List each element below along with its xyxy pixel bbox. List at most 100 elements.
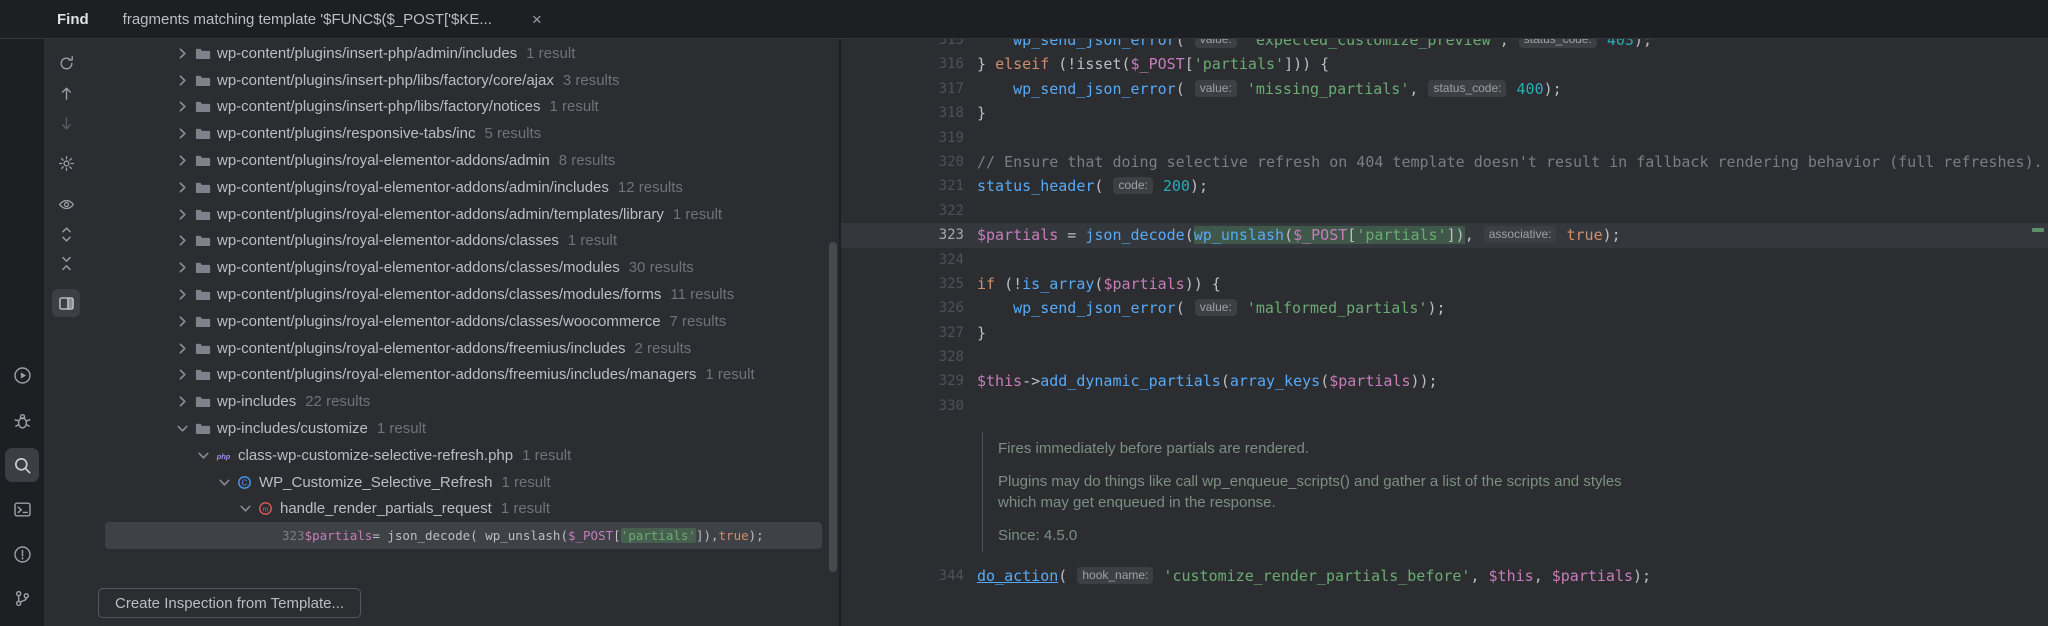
open-preview-panel-button[interactable] — [52, 289, 80, 317]
editor-line-329[interactable]: 329$this->add_dynamic_partials(array_key… — [841, 369, 2048, 393]
code-segment: json_decode — [1085, 226, 1184, 244]
editor-line-328[interactable]: 328 — [841, 345, 2048, 369]
code-segment — [977, 299, 1013, 317]
tree-row-folder[interactable]: wp-content/plugins/insert-php/libs/facto… — [105, 94, 822, 121]
refresh-button[interactable] — [52, 49, 80, 77]
chevron-down-icon[interactable] — [195, 447, 212, 464]
debug-tool-button[interactable] — [5, 403, 39, 437]
tree-row-folder[interactable]: wp-content/plugins/royal-elementor-addon… — [105, 147, 822, 174]
code-segment: )) { — [1185, 275, 1221, 293]
tree-row-folder[interactable]: wp-content/plugins/royal-elementor-addon… — [105, 362, 822, 389]
editor-line-321[interactable]: 321status_header( code: 200); — [841, 174, 2048, 198]
code-segment: $_POST — [1293, 226, 1347, 244]
editor-line-317[interactable]: 317 wp_send_json_error( value: 'missing_… — [841, 77, 2048, 101]
tree-row-folder[interactable]: wp-content/plugins/royal-elementor-addon… — [105, 254, 822, 281]
code-segment: ( — [1094, 177, 1112, 195]
scrollbar-match-marker[interactable] — [2032, 228, 2044, 232]
folder-icon — [194, 125, 211, 142]
chevron-right-icon[interactable] — [174, 393, 191, 410]
code-segment: 'malformed_partials' — [1247, 299, 1428, 317]
editor-line-326[interactable]: 326 wp_send_json_error( value: 'malforme… — [841, 296, 2048, 320]
chevron-right-icon[interactable] — [174, 98, 191, 115]
editor-line-324[interactable]: 324 — [841, 248, 2048, 272]
match-text-segment: 323 — [282, 528, 305, 543]
chevron-right-icon[interactable] — [174, 179, 191, 196]
editor-line-318[interactable]: 318} — [841, 101, 2048, 125]
chevron-down-icon[interactable] — [237, 500, 254, 517]
tree-row-folder[interactable]: wp-content/plugins/royal-elementor-addon… — [105, 228, 822, 255]
navigate-down-button[interactable] — [52, 109, 80, 137]
editor-line-322[interactable]: 322 — [841, 199, 2048, 223]
editor-line-344[interactable]: 344do_action( hook_name: 'customize_rend… — [841, 564, 2048, 588]
chevron-right-icon[interactable] — [174, 232, 191, 249]
chevron-right-icon[interactable] — [174, 313, 191, 330]
expand-all-button[interactable] — [52, 220, 80, 248]
tree-row-folder[interactable]: wp-content/plugins/insert-php/admin/incl… — [105, 40, 822, 67]
editor-line-325[interactable]: 325if (!is_array($partials)) { — [841, 272, 2048, 296]
match-text-segment: $partials — [305, 528, 373, 543]
tree-row-class[interactable]: CWP_Customize_Selective_Refresh1 result — [105, 469, 822, 496]
tree-scrollbar[interactable] — [829, 242, 837, 572]
version-control-tool-button[interactable] — [5, 581, 39, 615]
terminal-tool-button[interactable] — [5, 492, 39, 526]
panel-divider[interactable] — [839, 0, 841, 626]
folder-icon — [194, 72, 211, 89]
search-match-row[interactable]: 323 $partials = json_decode( wp_unslash(… — [105, 522, 822, 549]
settings-gear-button[interactable] — [52, 149, 80, 177]
close-tab-icon[interactable]: × — [532, 11, 542, 28]
chevron-right-icon[interactable] — [174, 125, 191, 142]
chevron-down-icon[interactable] — [174, 420, 191, 437]
create-inspection-button[interactable]: Create Inspection from Template... — [98, 588, 361, 618]
line-number: 325 — [841, 272, 964, 296]
preview-eye-button[interactable] — [52, 190, 80, 218]
chevron-right-icon[interactable] — [174, 45, 191, 62]
tree-row-folder[interactable]: wp-includes/customize1 result — [105, 415, 822, 442]
tree-item-label: wp-content/plugins/insert-php/libs/facto… — [217, 98, 541, 115]
tree-row-method[interactable]: mhandle_render_partials_request1 result — [105, 496, 822, 523]
search-results-tab[interactable]: fragments matching template '$FUNC$($_PO… — [123, 11, 492, 28]
navigate-down-icon — [58, 115, 75, 132]
tree-row-folder[interactable]: wp-content/plugins/responsive-tabs/inc5 … — [105, 120, 822, 147]
problems-tool-button[interactable] — [5, 537, 39, 571]
editor-line-330[interactable]: 330 — [841, 394, 2048, 418]
search-tool-button[interactable] — [5, 448, 39, 482]
tree-row-folder[interactable]: wp-content/plugins/insert-php/libs/facto… — [105, 67, 822, 94]
chevron-right-icon[interactable] — [174, 340, 191, 357]
chevron-down-icon[interactable] — [216, 474, 233, 491]
editor-line-316[interactable]: 316} elseif (!isset($_POST['partials']))… — [841, 52, 2048, 76]
editor-line-320[interactable]: 320// Ensure that doing selective refres… — [841, 150, 2048, 174]
code-segment: ] — [1447, 226, 1456, 244]
editor-line-323[interactable]: 323$partials = json_decode(wp_unslash($_… — [841, 223, 2048, 247]
code-segment — [1238, 299, 1247, 317]
editor-line-319[interactable]: 319 — [841, 126, 2048, 150]
tree-row-folder[interactable]: wp-content/plugins/royal-elementor-addon… — [105, 174, 822, 201]
line-number: 322 — [841, 199, 964, 223]
navigate-up-button[interactable] — [52, 79, 80, 107]
doc-line: Since: 4.5.0 — [998, 525, 1962, 546]
tree-row-folder[interactable]: wp-content/plugins/royal-elementor-addon… — [105, 201, 822, 228]
tree-item-label: wp-content/plugins/royal-elementor-addon… — [217, 232, 559, 249]
result-count: 1 result — [501, 474, 550, 491]
chevron-right-icon[interactable] — [174, 259, 191, 276]
tree-row-folder[interactable]: wp-content/plugins/royal-elementor-addon… — [105, 308, 822, 335]
code-segment: ( — [1058, 567, 1076, 585]
tree-item-label: class-wp-customize-selective-refresh.php — [238, 447, 513, 464]
collapse-all-button[interactable] — [52, 249, 80, 277]
run-tool-button[interactable] — [5, 358, 39, 392]
chevron-right-icon[interactable] — [174, 366, 191, 383]
line-number: 318 — [841, 101, 964, 125]
ide-window: 315 wp_send_json_error( value: 'expected… — [0, 0, 2048, 626]
tree-row-folder[interactable]: wp-content/plugins/royal-elementor-addon… — [105, 335, 822, 362]
chevron-right-icon[interactable] — [174, 152, 191, 169]
code-text: wp_send_json_error( value: 'missing_part… — [964, 77, 1562, 101]
chevron-right-icon[interactable] — [174, 72, 191, 89]
tree-row-folder[interactable]: wp-content/plugins/royal-elementor-addon… — [105, 281, 822, 308]
code-segment: (! — [995, 275, 1022, 293]
folder-icon — [194, 206, 211, 223]
editor-pane[interactable]: 315 wp_send_json_error( value: 'expected… — [841, 0, 2048, 626]
chevron-right-icon[interactable] — [174, 286, 191, 303]
editor-line-327[interactable]: 327} — [841, 321, 2048, 345]
chevron-right-icon[interactable] — [174, 206, 191, 223]
tree-row-folder[interactable]: wp-includes22 results — [105, 388, 822, 415]
tree-row-file[interactable]: phpclass-wp-customize-selective-refresh.… — [105, 442, 822, 469]
